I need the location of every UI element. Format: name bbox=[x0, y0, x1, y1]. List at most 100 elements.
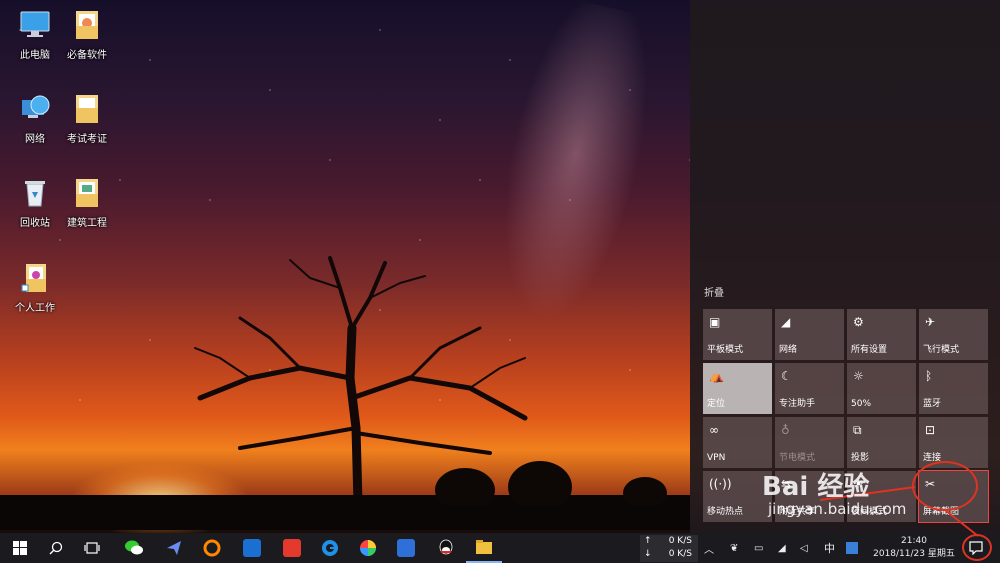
taskbar-app-edge[interactable] bbox=[312, 533, 348, 563]
taskbar-app-orange-ring[interactable] bbox=[194, 533, 230, 563]
taskbar-app-feishu[interactable] bbox=[156, 533, 192, 563]
start-button[interactable] bbox=[2, 533, 38, 563]
taskbar-app-qq[interactable] bbox=[428, 533, 464, 563]
desktop-icon-label: 网络 bbox=[25, 134, 45, 145]
tile-brightness[interactable]: ☼ 50% bbox=[847, 363, 916, 414]
ime-indicator: 中 bbox=[824, 542, 835, 555]
desktop-icon-exam-certificates[interactable]: 考试考证 bbox=[52, 92, 122, 145]
task-view-button[interactable] bbox=[74, 533, 110, 563]
tile-label: 50% bbox=[851, 399, 872, 409]
download-speed: ↓ 0 K/S bbox=[644, 549, 692, 559]
annotation-circle-screen-snip bbox=[912, 461, 978, 511]
network-globe-icon bbox=[22, 95, 50, 118]
download-speed-value: 0 K/S bbox=[668, 549, 692, 559]
tile-label: 专注助手 bbox=[779, 399, 816, 409]
project-icon: ⧉ bbox=[853, 423, 862, 437]
taskbar: ↑ 0 K/S ↓ 0 K/S ︿ ❦ ▭ ◢ ◁ 中 21:40 2018/1… bbox=[0, 533, 1000, 563]
tile-label: VPN bbox=[707, 453, 726, 463]
tile-label: 平板模式 bbox=[707, 345, 744, 355]
desktop-icon-label: 必备软件 bbox=[67, 50, 107, 61]
calendar-app-icon bbox=[397, 539, 415, 557]
show-hidden-icons-button[interactable]: ︿ bbox=[704, 533, 714, 563]
taskbar-app-file-explorer[interactable] bbox=[466, 533, 502, 563]
tile-label: 投影 bbox=[851, 453, 870, 463]
collapse-link[interactable]: 折叠 bbox=[704, 284, 724, 299]
tile-label: 移动热点 bbox=[707, 507, 744, 517]
action-center-panel: 折叠 ▣ 平板模式 ◢ 网络 ⚙ 所有设置 ✈ 飞行模式 ⛺ 定位 ☾ 专注助手… bbox=[690, 0, 1000, 533]
edge-browser-icon bbox=[322, 540, 338, 556]
desktop-icon-label: 此电脑 bbox=[20, 50, 50, 61]
task-view-icon bbox=[84, 542, 100, 554]
tile-tablet-mode[interactable]: ▣ 平板模式 bbox=[703, 309, 772, 360]
folder-icon bbox=[21, 264, 46, 292]
system-clock[interactable]: 21:40 2018/11/23 星期五 bbox=[866, 535, 962, 561]
tablet-mode-icon: ▣ bbox=[709, 315, 721, 329]
search-button[interactable] bbox=[38, 533, 74, 563]
tile-label: 蓝牙 bbox=[923, 399, 942, 409]
taskbar-app-color-wheel[interactable] bbox=[350, 533, 386, 563]
tile-label: 网络 bbox=[779, 345, 798, 355]
baidu-watermark: Bai 经验 bbox=[762, 472, 870, 502]
paper-plane-app-icon bbox=[167, 541, 181, 555]
tile-network[interactable]: ◢ 网络 bbox=[775, 309, 844, 360]
tray-wifi[interactable]: ◢ bbox=[778, 533, 786, 563]
tile-bluetooth[interactable]: ᛒ 蓝牙 bbox=[919, 363, 988, 414]
blue-tray-app-icon bbox=[846, 542, 858, 554]
tile-label: 飞行模式 bbox=[923, 345, 960, 355]
tray-app-blue[interactable] bbox=[846, 533, 858, 563]
folder-icon bbox=[476, 540, 492, 554]
tile-battery-saver[interactable]: ♁ 节电模式 bbox=[775, 417, 844, 468]
tile-project[interactable]: ⧉ 投影 bbox=[847, 417, 916, 468]
taskbar-app-red-it[interactable] bbox=[274, 533, 310, 563]
tile-label: 节电模式 bbox=[779, 453, 816, 463]
connect-icon: ⊡ bbox=[925, 423, 936, 437]
hotspot-icon: ((·)) bbox=[709, 477, 732, 491]
vpn-icon: ∞ bbox=[709, 423, 719, 437]
qq-penguin-icon bbox=[439, 539, 453, 555]
desktop-icon-construction[interactable]: 建筑工程 bbox=[52, 176, 122, 229]
tile-focus-assist[interactable]: ☾ 专注助手 bbox=[775, 363, 844, 414]
tile-connect[interactable]: ⊡ 连接 bbox=[919, 417, 988, 468]
desktop-icon-label: 考试考证 bbox=[67, 134, 107, 145]
wechat-icon bbox=[125, 540, 143, 555]
upload-speed-value: 0 K/S bbox=[668, 536, 692, 546]
desktop-icon-label: 建筑工程 bbox=[67, 218, 107, 229]
orange-ring-app-icon bbox=[203, 539, 221, 557]
desktop-icon-label: 回收站 bbox=[20, 218, 50, 229]
folder-icon bbox=[76, 11, 98, 39]
tray-wechat[interactable]: ❦ bbox=[730, 533, 738, 563]
clock-date: 2018/11/23 星期五 bbox=[873, 549, 955, 559]
red-app-icon bbox=[283, 539, 301, 557]
color-wheel-icon bbox=[360, 540, 376, 556]
windows-logo-icon bbox=[13, 541, 27, 555]
computer-icon bbox=[20, 11, 50, 37]
clock-time: 21:40 bbox=[901, 536, 927, 546]
tray-battery[interactable]: ▭ bbox=[754, 533, 763, 563]
tile-vpn[interactable]: ∞ VPN bbox=[703, 417, 772, 468]
moon-icon: ☾ bbox=[781, 369, 792, 383]
wallpaper-bushes bbox=[435, 461, 667, 505]
tray-ime[interactable]: 中 bbox=[824, 533, 835, 563]
folder-icon bbox=[76, 179, 98, 207]
chevron-up-icon: ︿ bbox=[704, 544, 714, 556]
location-icon: ⛺ bbox=[709, 369, 724, 383]
taskbar-app-blue-office[interactable] bbox=[234, 533, 270, 563]
bluetooth-icon: ᛒ bbox=[925, 369, 933, 383]
desktop-icon-required-software[interactable]: 必备软件 bbox=[52, 8, 122, 61]
brightness-icon: ☼ bbox=[853, 369, 864, 383]
desktop-icon-label: 个人工作 bbox=[15, 303, 55, 314]
tile-label: 定位 bbox=[707, 399, 726, 409]
search-icon bbox=[49, 541, 63, 555]
folder-icon bbox=[76, 95, 98, 123]
network-icon: ◢ bbox=[781, 315, 791, 329]
tile-airplane-mode[interactable]: ✈ 飞行模式 bbox=[919, 309, 988, 360]
baidu-watermark-url: jingyan.baidu.com bbox=[768, 500, 907, 518]
taskbar-app-calendar-blue[interactable] bbox=[388, 533, 424, 563]
butterfly-tray-icon: ❦ bbox=[730, 542, 739, 554]
desktop-icon-personal-work[interactable]: 个人工作 bbox=[0, 261, 70, 314]
tile-all-settings[interactable]: ⚙ 所有设置 bbox=[847, 309, 916, 360]
tile-location[interactable]: ⛺ 定位 bbox=[703, 363, 772, 414]
recycle-bin-icon bbox=[25, 181, 45, 207]
tray-volume[interactable]: ◁ bbox=[800, 533, 808, 563]
taskbar-app-wechat[interactable] bbox=[116, 533, 152, 563]
